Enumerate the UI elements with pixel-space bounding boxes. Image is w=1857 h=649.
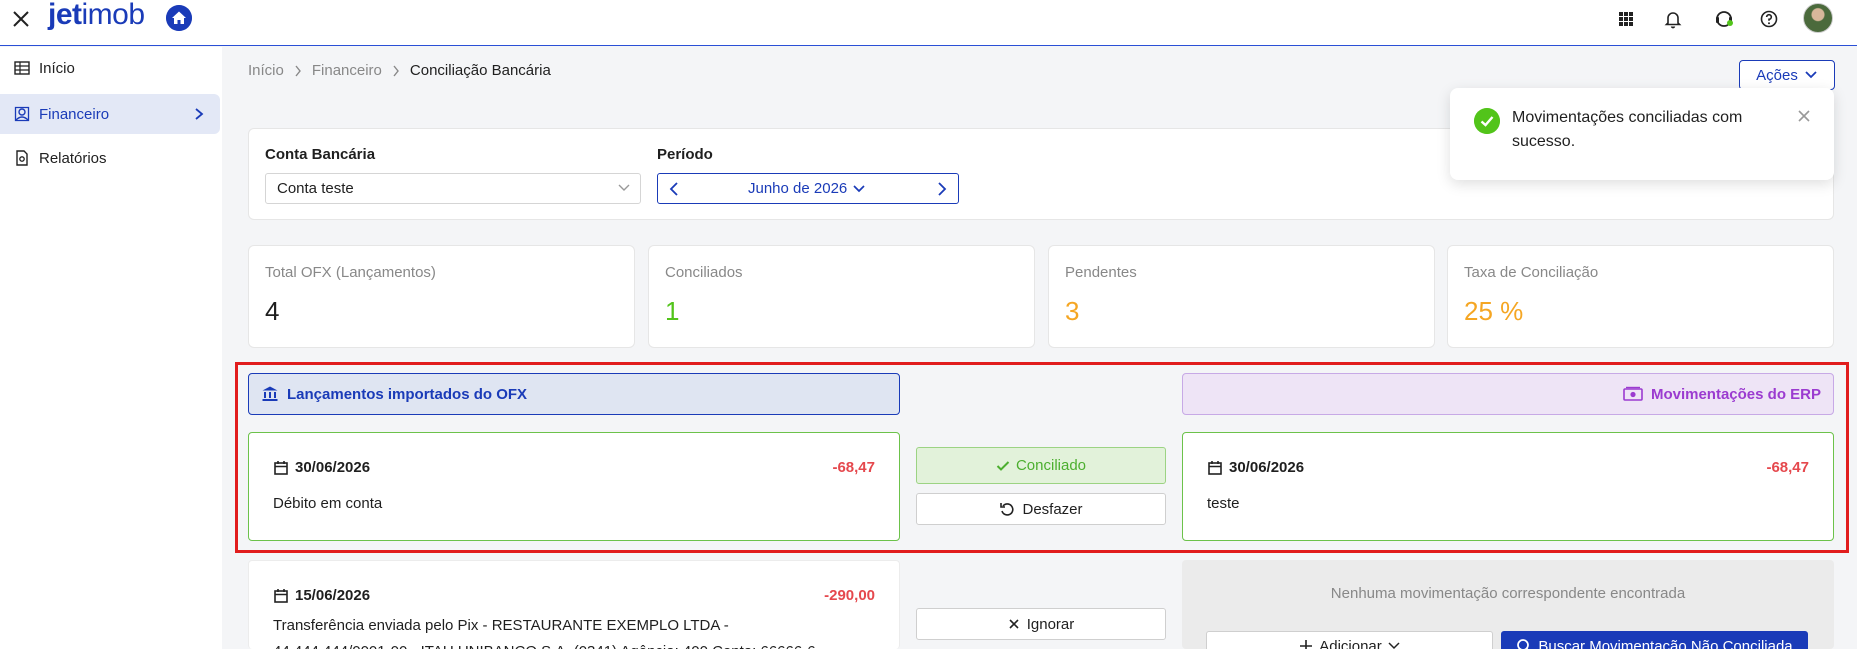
account-select[interactable]: Conta teste <box>265 173 641 204</box>
stat-value: 3 <box>1065 296 1080 326</box>
help-icon[interactable] <box>1758 8 1780 30</box>
stat-label: Conciliados <box>665 264 743 281</box>
sidebar-item-inicio[interactable]: Início <box>0 48 220 88</box>
actions-button[interactable]: Ações <box>1739 60 1835 90</box>
breadcrumb-current: Conciliação Bancária <box>409 62 551 79</box>
avatar[interactable] <box>1803 3 1833 33</box>
table-icon <box>14 61 30 75</box>
chevron-down-icon <box>1388 642 1400 649</box>
sidebar-item-financeiro[interactable]: Financeiro <box>0 94 220 134</box>
add-label: Adicionar <box>1319 637 1382 649</box>
success-check-icon <box>1474 108 1500 134</box>
erp-empty-state: Nenhuma movimentação correspondente enco… <box>1182 560 1834 649</box>
breadcrumb: Início Financeiro Conciliação Bancária <box>248 62 551 79</box>
account-select-value: Conta teste <box>277 180 354 197</box>
plus-icon <box>1300 640 1313 649</box>
period-next-button[interactable] <box>928 174 956 203</box>
add-button[interactable]: Adicionar <box>1206 631 1493 649</box>
support-icon[interactable] <box>1713 8 1735 30</box>
transaction-description-line: 44.444.444/0001-00 - ITAU UNIBANCO S.A. … <box>273 639 816 649</box>
app-logo[interactable]: jetimob <box>48 0 145 32</box>
sidebar: Início Financeiro Relatórios <box>0 47 222 649</box>
stat-label: Pendentes <box>1065 264 1137 281</box>
stat-card-taxa: Taxa de Conciliação 25 % <box>1447 245 1834 348</box>
transaction-date: 15/06/2026 <box>273 587 370 604</box>
close-icon <box>1009 619 1019 629</box>
period-label: Período <box>657 146 713 163</box>
ofx-transaction-card[interactable]: 15/06/2026 -290,00 Transferência enviada… <box>248 560 900 649</box>
report-icon <box>16 150 28 166</box>
stat-card-conciliados: Conciliados 1 <box>648 245 1035 348</box>
sidebar-item-label: Início <box>39 59 75 77</box>
transaction-amount: -290,00 <box>824 587 875 604</box>
ignore-label: Ignorar <box>1026 615 1075 633</box>
search-unconciliated-label: Buscar Movimentação Não Conciliada <box>1538 637 1793 649</box>
stat-value: 4 <box>265 296 280 326</box>
period-dropdown[interactable]: Junho de 2026 <box>748 180 865 197</box>
chevron-right-icon <box>195 108 204 120</box>
close-icon[interactable] <box>1796 108 1812 124</box>
chevron-right-icon <box>295 65 301 76</box>
sidebar-item-label: Financeiro <box>39 105 110 123</box>
search-icon <box>1517 639 1530 649</box>
breadcrumb-inicio[interactable]: Início <box>248 62 284 79</box>
apps-grid-icon[interactable] <box>1615 8 1637 30</box>
logo-text-light: imob <box>81 0 146 31</box>
transaction-description-line: Transferência enviada pelo Pix - RESTAUR… <box>273 617 729 634</box>
success-toast: Movimentações conciliadas com sucesso. <box>1450 88 1834 180</box>
sidebar-item-relatorios[interactable]: Relatórios <box>0 138 220 178</box>
toast-message: Movimentações conciliadas com sucesso. <box>1512 109 1743 150</box>
top-bar: jetimob <box>0 0 1857 46</box>
period-picker: Junho de 2026 <box>657 173 959 204</box>
stat-value: 1 <box>665 296 680 326</box>
search-unconciliated-button[interactable]: Buscar Movimentação Não Conciliada <box>1501 631 1808 649</box>
chevron-down-icon <box>853 184 865 192</box>
empty-message: Nenhuma movimentação correspondente enco… <box>1330 585 1686 602</box>
period-prev-button[interactable] <box>660 174 688 203</box>
calendar-icon <box>274 588 288 603</box>
stat-label: Taxa de Conciliação <box>1464 264 1599 281</box>
chevron-left-icon <box>669 181 678 196</box>
transaction-description: Transferência enviada pelo Pix - RESTAUR… <box>273 613 816 649</box>
chevron-right-icon <box>393 65 399 76</box>
stat-card-pendentes: Pendentes 3 <box>1048 245 1435 348</box>
highlight-frame <box>235 362 1849 553</box>
close-icon[interactable] <box>10 8 32 30</box>
sidebar-item-label: Relatórios <box>39 149 107 167</box>
stat-card-total: Total OFX (Lançamentos) 4 <box>248 245 635 348</box>
actions-label: Ações <box>1756 66 1798 84</box>
ignore-button[interactable]: Ignorar <box>916 608 1166 640</box>
breadcrumb-financeiro[interactable]: Financeiro <box>312 62 382 79</box>
account-label: Conta Bancária <box>265 146 376 163</box>
stat-value: 25 % <box>1464 296 1524 326</box>
stat-label: Total OFX (Lançamentos) <box>265 264 436 281</box>
chevron-down-icon <box>618 184 630 191</box>
chevron-right-icon <box>938 181 947 196</box>
transaction-date-text: 15/06/2026 <box>295 587 371 604</box>
period-value: Junho de 2026 <box>748 180 848 197</box>
home-icon <box>166 5 192 31</box>
chevron-down-icon <box>1805 71 1817 79</box>
logo-text-bold: jet <box>48 0 82 31</box>
bell-icon[interactable] <box>1662 8 1684 30</box>
wallet-icon <box>14 106 30 122</box>
